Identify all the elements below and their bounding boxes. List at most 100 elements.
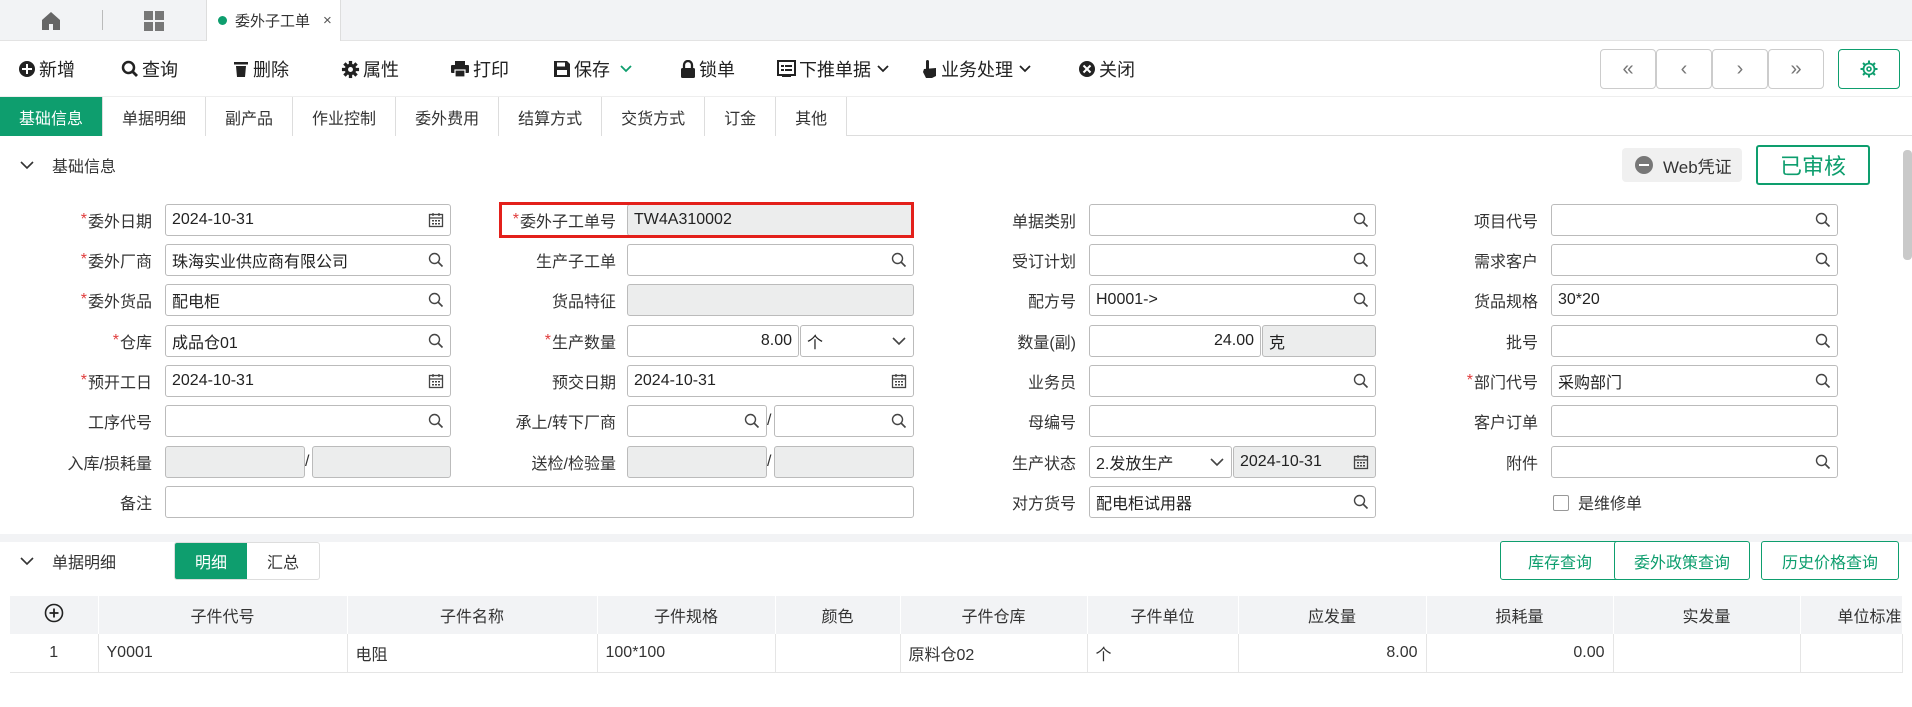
search-icon[interactable] [1815,373,1831,389]
chevron-down-icon[interactable] [20,160,34,170]
batch-no-field[interactable] [1551,325,1838,357]
tab-basic-info[interactable]: 基础信息 [0,97,104,136]
tab-settlement[interactable]: 结算方式 [499,97,603,136]
vertical-scrollbar[interactable] [1903,150,1912,260]
tab-operation-control[interactable]: 作业控制 [293,97,397,136]
outsource-goods-field[interactable]: 配电柜 [165,284,451,316]
calendar-icon[interactable] [891,373,907,389]
remark-field[interactable] [165,486,914,518]
lock-button[interactable]: 锁单 [680,58,735,80]
delete-button[interactable]: 删除 [232,58,289,80]
search-icon[interactable] [428,252,444,268]
properties-button[interactable]: 属性 [341,58,399,80]
doc-tab-outsource-sub-order[interactable]: 委外子工单 × [206,0,341,41]
attachment-field[interactable] [1551,446,1838,478]
col-header[interactable]: 损耗量 [1426,596,1614,634]
last-record-button[interactable]: » [1768,49,1824,89]
search-icon[interactable] [1815,333,1831,349]
chevron-down-icon[interactable] [620,65,632,73]
search-icon[interactable] [1353,292,1369,308]
doc-type-field[interactable] [1089,204,1376,236]
formula-no-field[interactable]: H0001-> [1089,284,1376,316]
cell-code[interactable]: Y0001 [98,634,348,673]
settings-button[interactable] [1838,49,1900,89]
query-button[interactable]: 查询 [121,58,178,80]
demand-customer-field[interactable] [1551,244,1838,276]
cell-warehouse[interactable]: 原料仓02 [900,634,1088,673]
cell-actual-qty[interactable] [1613,634,1801,673]
col-header[interactable]: 子件名称 [347,596,598,634]
search-icon[interactable] [891,252,907,268]
chevron-down-icon[interactable] [1019,65,1031,73]
business-button[interactable]: 业务处理 [922,58,1034,80]
parent-no-field[interactable] [1089,405,1376,437]
prev-record-button[interactable]: ‹ [1656,49,1712,89]
tab-other[interactable]: 其他 [776,97,848,136]
search-icon[interactable] [744,413,760,429]
chevron-down-icon[interactable] [20,556,34,566]
next-record-button[interactable]: › [1712,49,1768,89]
new-button[interactable]: 新增 [18,58,75,80]
web-voucher-button[interactable]: Web凭证 [1622,148,1742,182]
cell-due-qty[interactable]: 8.00 [1238,634,1427,673]
search-icon[interactable] [428,413,444,429]
home-icon[interactable] [39,9,63,33]
chevron-down-icon[interactable] [877,65,889,73]
col-header[interactable]: 子件单位 [1087,596,1239,634]
tab-deposit[interactable]: 订金 [705,97,777,136]
price-history-button[interactable]: 历史价格查询 [1761,541,1899,580]
close-button[interactable]: 关闭 [1078,58,1135,80]
cell-loss-qty[interactable]: 0.00 [1426,634,1614,673]
grid-icon[interactable] [142,9,166,33]
col-header[interactable]: 子件仓库 [900,596,1088,634]
production-status-select[interactable]: 2.发放生产 [1089,446,1232,478]
warehouse-field[interactable]: 成品仓01 [165,325,451,357]
counterpart-goods-field[interactable]: 配电柜试用器 [1089,486,1376,518]
stock-query-button[interactable]: 库存查询 [1500,541,1620,580]
summary-toggle-button[interactable]: 汇总 [247,543,319,579]
search-icon[interactable] [428,292,444,308]
close-tab-icon[interactable]: × [323,12,332,29]
chevron-down-icon[interactable] [891,333,907,349]
search-icon[interactable] [1353,373,1369,389]
chevron-down-icon[interactable] [1209,454,1225,470]
col-header[interactable]: 颜色 [775,596,901,634]
customer-order-field[interactable] [1551,405,1838,437]
tab-outsource-fee[interactable]: 委外费用 [396,97,500,136]
cell-color[interactable] [775,634,901,673]
project-code-field[interactable] [1551,204,1838,236]
add-row-cell[interactable] [10,596,99,634]
tab-delivery[interactable]: 交货方式 [602,97,706,136]
planned-delivery-field[interactable]: 2024-10-31 [627,365,914,397]
is-repair-checkbox[interactable] [1553,495,1569,511]
tab-by-product[interactable]: 副产品 [206,97,294,136]
qty-secondary-field[interactable]: 24.00 [1089,325,1261,357]
search-icon[interactable] [891,413,907,429]
search-icon[interactable] [1353,212,1369,228]
search-icon[interactable] [428,333,444,349]
search-icon[interactable] [1815,252,1831,268]
cell-unit-std[interactable] [1800,634,1903,673]
col-header[interactable]: 单位标准 [1800,596,1903,634]
search-icon[interactable] [1815,454,1831,470]
upstream-vendor-field[interactable] [627,405,767,437]
cell-unit[interactable]: 个 [1087,634,1239,673]
goods-spec-field[interactable]: 30*20 [1551,284,1838,316]
table-row[interactable]: 1 Y0001 电阻 100*100 原料仓02 个 8.00 0.00 [10,634,1903,673]
first-record-button[interactable]: « [1600,49,1656,89]
order-plan-field[interactable] [1089,244,1376,276]
calendar-icon[interactable] [428,373,444,389]
outsource-date-field[interactable]: 2024-10-31 [165,204,451,236]
col-header[interactable]: 实发量 [1613,596,1801,634]
production-qty-field[interactable]: 8.00 [627,325,799,357]
col-header[interactable]: 应发量 [1238,596,1427,634]
tab-doc-detail[interactable]: 单据明细 [103,97,207,136]
outsource-vendor-field[interactable]: 珠海实业供应商有限公司 [165,244,451,276]
calendar-icon[interactable] [428,212,444,228]
downstream-vendor-field[interactable] [774,405,914,437]
policy-query-button[interactable]: 委外政策查询 [1614,541,1750,580]
production-sub-order-field[interactable] [627,244,914,276]
cell-spec[interactable]: 100*100 [597,634,776,673]
process-code-field[interactable] [165,405,451,437]
col-header[interactable]: 子件规格 [597,596,776,634]
